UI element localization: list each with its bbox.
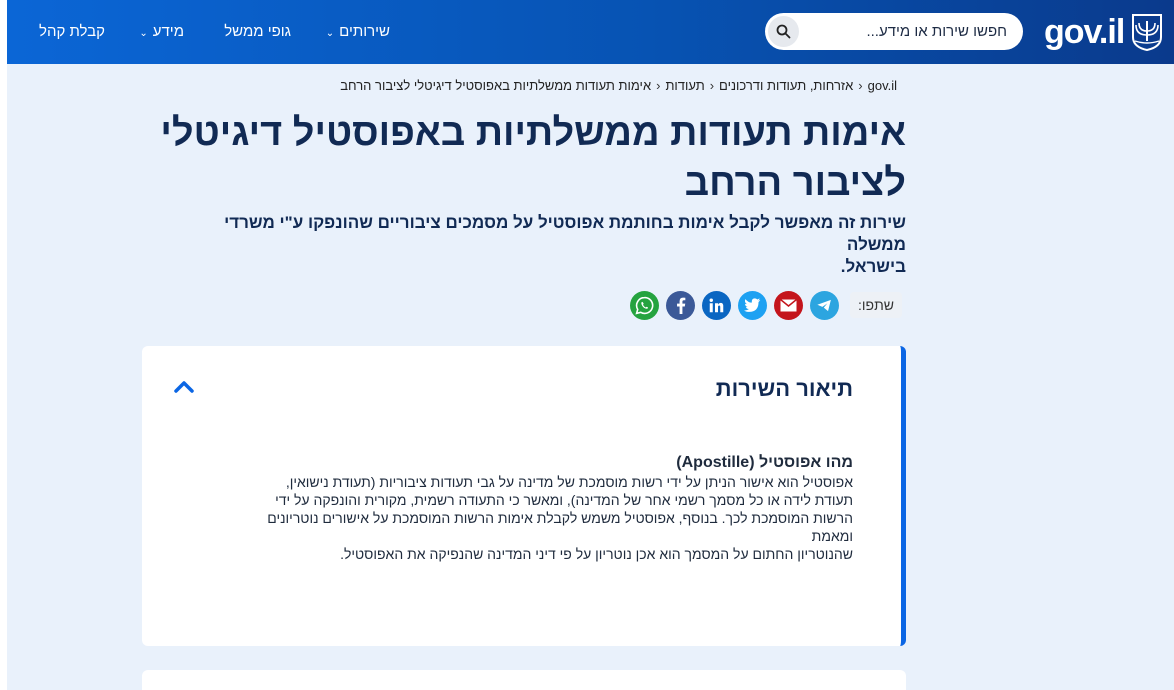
- page-subtitle-line1: שירות זה מאפשר לקבל אימות בחותמת אפוסטיל…: [224, 213, 906, 254]
- service-description-body: מהו אפוסטיל (Apostille) אפוסטיל הוא אישו…: [193, 453, 853, 563]
- site-header: gov.il שירותים ⌄ גופי ממשל: [7, 0, 1174, 64]
- page-title: אימות תעודות ממשלתיות באפוסטיל דיגיטלי ל…: [146, 108, 906, 208]
- chevron-left-icon: ‹: [709, 77, 715, 93]
- facebook-icon: [676, 297, 685, 314]
- search-box: [765, 13, 1023, 50]
- breadcrumb-item[interactable]: אזרחות, תעודות ודרכונים: [719, 78, 853, 93]
- apostille-text-line: ומאמת: [811, 528, 853, 544]
- service-description-title[interactable]: תיאור השירות: [716, 374, 853, 404]
- breadcrumb-item[interactable]: gov.il: [868, 78, 897, 93]
- share-label: שתפו:: [850, 292, 902, 318]
- search-input[interactable]: [809, 13, 1009, 50]
- page-title-line2: לציבור הרחב: [684, 162, 906, 204]
- search-button[interactable]: [768, 16, 799, 47]
- state-emblem-icon: [1132, 14, 1163, 51]
- apostille-text-line: אפוסטיל הוא אישור הניתן על ידי רשות מוסמ…: [285, 474, 853, 490]
- share-facebook-button[interactable]: [666, 291, 695, 320]
- search-icon: [776, 24, 791, 39]
- breadcrumb-item[interactable]: תעודות: [665, 78, 704, 93]
- chevron-down-icon: ⌄: [139, 28, 148, 39]
- twitter-icon: [744, 298, 761, 312]
- logo-text: gov.il: [1044, 13, 1125, 51]
- share-linkedin-button[interactable]: [702, 291, 731, 320]
- apostille-text-line: שהנוטריון החתום על המסמך הוא אכן נוטריון…: [340, 546, 853, 562]
- nav-information-label: מידע: [152, 23, 184, 40]
- share-twitter-button[interactable]: [738, 291, 767, 320]
- telegram-icon: [817, 299, 831, 312]
- nav-reception-label: קבלת קהל: [39, 23, 105, 40]
- page: gov.il שירותים ⌄ גופי ממשל: [0, 0, 1174, 690]
- service-description-card: תיאור השירות מהו אפוסטיל (Apostille) אפו…: [142, 346, 906, 646]
- share-whatsapp-button[interactable]: [630, 291, 659, 320]
- next-section-card: [142, 670, 906, 690]
- nav-services-label: שירותים: [339, 23, 390, 40]
- share-email-button[interactable]: [774, 291, 803, 320]
- nav-information[interactable]: מידע ⌄: [139, 20, 184, 44]
- page-subtitle: שירות זה מאפשר לקבל אימות בחותמת אפוסטיל…: [176, 212, 906, 278]
- apostille-text-line: תעודת לידה או כל מסמך רשמי אחר של המדינה…: [275, 492, 853, 508]
- nav-government-bodies-label: גופי ממשל: [224, 23, 291, 40]
- chevron-down-icon: ⌄: [325, 28, 335, 39]
- whatsapp-icon: [635, 296, 654, 315]
- left-edge: [0, 0, 7, 690]
- apostille-heading: מהו אפוסטיל (Apostille): [676, 454, 853, 471]
- chevron-up-icon[interactable]: [172, 376, 196, 396]
- nav-reception[interactable]: קבלת קהל: [39, 20, 105, 44]
- apostille-text-line: הרשות המוסמכת לכך. בנוסף, אפוסטיל משמש ל…: [267, 510, 853, 526]
- gov-il-logo[interactable]: gov.il: [1044, 12, 1166, 52]
- chevron-left-icon: ‹: [858, 77, 863, 93]
- nav-government-bodies[interactable]: גופי ממשל: [224, 20, 291, 44]
- share-telegram-button[interactable]: [810, 291, 839, 320]
- nav-services[interactable]: שירותים ⌄: [326, 20, 390, 44]
- page-subtitle-line2: בישראל.: [840, 257, 906, 276]
- page-title-line1: אימות תעודות ממשלתיות באפוסטיל דיגיטלי: [160, 112, 906, 154]
- breadcrumb: gov.il ‹ אזרחות, תעודות ודרכונים ‹ תעודו…: [340, 76, 897, 94]
- chevron-left-icon: ‹: [656, 77, 661, 93]
- email-icon: [780, 299, 797, 312]
- breadcrumb-current: אימות תעודות ממשלתיות באפוסטיל דיגיטלי ל…: [340, 77, 652, 93]
- linkedin-icon: [709, 298, 724, 313]
